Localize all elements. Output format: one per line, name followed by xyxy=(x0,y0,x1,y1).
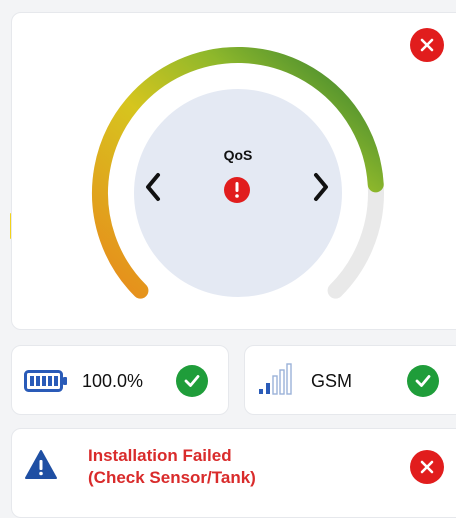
chevron-left-icon[interactable] xyxy=(140,169,166,205)
close-x-icon[interactable] xyxy=(410,28,444,62)
check-icon xyxy=(407,365,439,397)
gauge-title: QoS xyxy=(223,147,253,163)
signal-status-card: GSM xyxy=(244,345,456,415)
x-glyph-icon xyxy=(420,38,434,52)
close-x-icon[interactable] xyxy=(410,450,444,484)
warning-triangle-icon xyxy=(25,450,57,479)
battery-value: 100.0% xyxy=(82,371,144,391)
signal-type-label: GSM xyxy=(311,371,353,391)
x-glyph-icon xyxy=(420,460,434,474)
qos-gauge-card: QoS xyxy=(11,12,456,330)
check-glyph-icon xyxy=(415,375,431,387)
check-glyph-icon xyxy=(184,375,200,387)
chevron-right-icon[interactable] xyxy=(308,169,334,205)
installation-alert-card: Installation Failed (Check Sensor/Tank) xyxy=(11,428,456,518)
error-exclamation-icon xyxy=(224,177,250,203)
check-icon xyxy=(176,365,208,397)
signal-bars-icon xyxy=(259,363,292,395)
battery-full-icon xyxy=(24,370,67,392)
qos-gauge xyxy=(92,47,384,299)
alert-message: Installation Failed (Check Sensor/Tank) xyxy=(88,446,256,487)
battery-status-card: 100.0% xyxy=(11,345,229,415)
